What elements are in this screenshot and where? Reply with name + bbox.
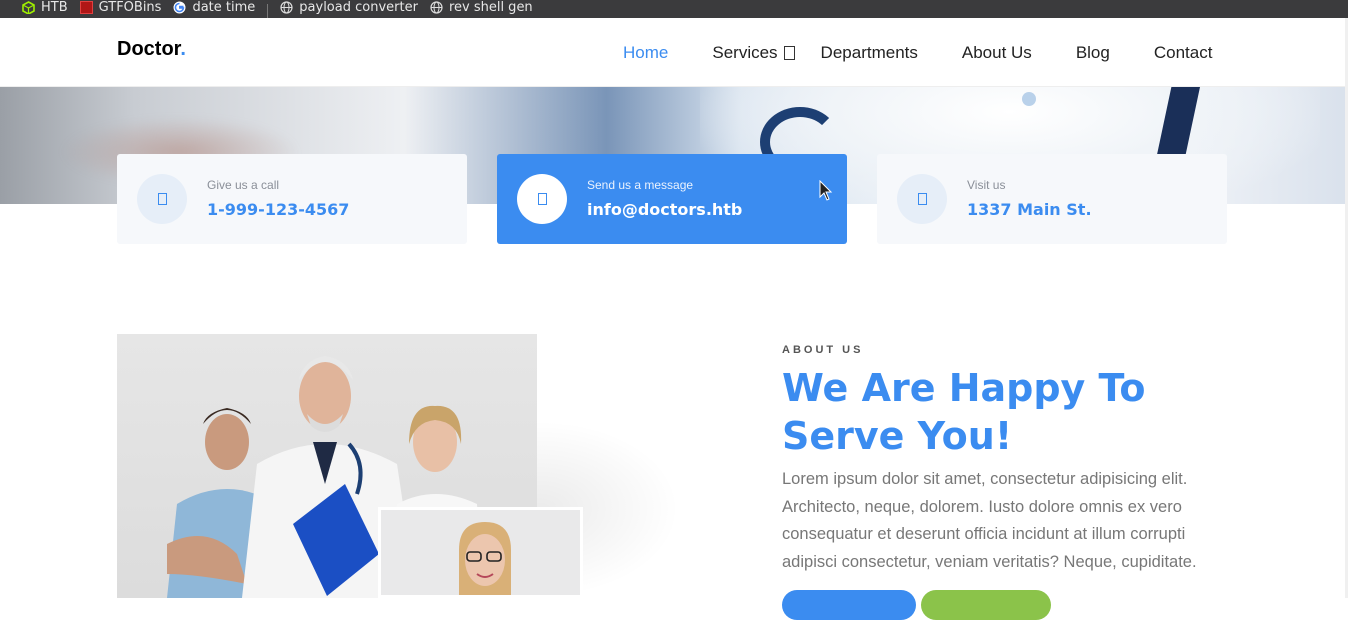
mail-icon — [517, 174, 567, 224]
mouse-cursor-icon — [819, 180, 833, 201]
female-doctor-illustration — [459, 522, 511, 595]
nav-contact[interactable]: Contact — [1154, 43, 1213, 63]
about-body: Lorem ipsum dolor sit amet, consectetur … — [782, 470, 1197, 571]
main-nav: Home Services Departments About Us Blog … — [623, 43, 1256, 63]
phone-icon — [137, 174, 187, 224]
about-eyebrow: ABOUT US — [782, 344, 864, 356]
site-logo[interactable]: Doctor. — [117, 38, 186, 61]
site-header: Doctor. Home Services Departments About … — [0, 18, 1348, 87]
nav-services-label: Services — [712, 43, 778, 62]
bookmark-date-time[interactable]: date time — [167, 0, 261, 18]
hero-coat-button — [1022, 92, 1036, 106]
gtfobins-icon — [79, 0, 93, 14]
card-value: 1-999-123-4567 — [207, 200, 350, 219]
logo-dot: . — [180, 38, 186, 60]
globe-icon — [280, 0, 293, 14]
bookmark-separator — [267, 4, 269, 18]
bookmark-label: payload converter — [299, 0, 418, 15]
phone-glyph — [157, 193, 167, 205]
female-doctor-photo — [378, 507, 583, 598]
card-label: Give us a call — [207, 178, 280, 192]
htb-cube-icon — [22, 0, 35, 15]
contact-card-call[interactable]: Give us a call 1-999-123-4567 — [117, 154, 467, 244]
about-title: We Are Happy To Serve You! — [782, 366, 1146, 458]
nav-blog[interactable]: Blog — [1076, 43, 1110, 63]
bookmark-payload-converter[interactable]: payload converter — [274, 0, 424, 18]
contact-card-visit[interactable]: Visit us 1337 Main St. — [877, 154, 1227, 244]
bookmark-htb[interactable]: HTB — [16, 0, 74, 18]
bookmark-gtfobins[interactable]: GTFOBins — [74, 0, 168, 18]
card-value: 1337 Main St. — [967, 200, 1092, 219]
nav-about-us[interactable]: About Us — [962, 43, 1032, 63]
card-label: Visit us — [967, 178, 1006, 192]
nav-services[interactable]: Services — [712, 43, 816, 63]
secondary-button[interactable] — [921, 590, 1051, 620]
bookmark-label: rev shell gen — [448, 0, 533, 15]
google-icon — [173, 1, 186, 14]
bookmark-rev-shell-gen[interactable]: rev shell gen — [424, 0, 539, 18]
dropdown-glyph-icon — [783, 46, 795, 60]
logo-text: Doctor — [117, 38, 181, 60]
bookmark-label: date time — [192, 0, 256, 15]
primary-button[interactable] — [782, 590, 916, 620]
card-value: info@doctors.htb — [587, 200, 743, 219]
bookmark-label: GTFOBins — [98, 0, 162, 15]
location-pin-icon — [897, 174, 947, 224]
nav-departments[interactable]: Departments — [821, 43, 918, 63]
location-glyph — [917, 193, 927, 205]
nav-home[interactable]: Home — [623, 43, 668, 63]
globe-icon — [430, 0, 443, 14]
bookmarks-bar: HTB GTFOBins date time payload converter… — [0, 0, 1348, 18]
mail-glyph — [537, 193, 547, 205]
card-label: Send us a message — [587, 178, 694, 192]
bookmark-label: HTB — [41, 0, 68, 15]
contact-card-message[interactable]: Send us a message info@doctors.htb — [497, 154, 847, 244]
